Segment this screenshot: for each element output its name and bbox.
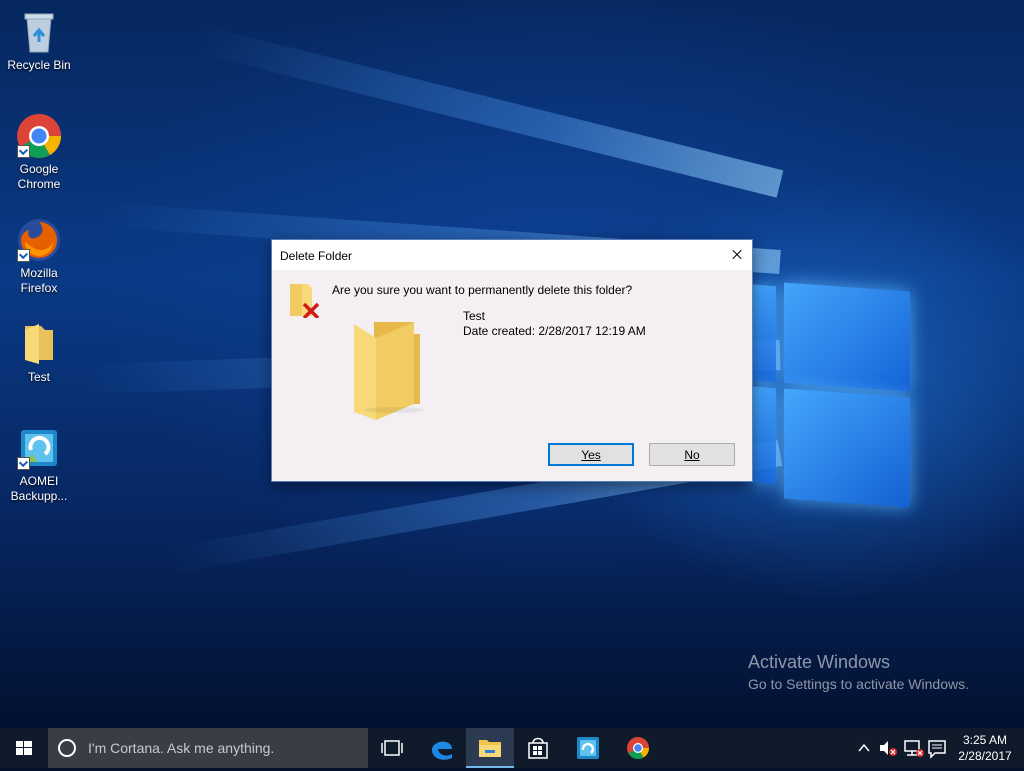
dialog-title: Delete Folder — [280, 249, 353, 263]
desktop-icon-label: Test — [27, 370, 50, 384]
folder-date-created: Date created: 2/28/2017 12:19 AM — [463, 324, 646, 338]
start-button[interactable] — [0, 728, 48, 768]
folder-icon — [15, 320, 63, 368]
dialog-titlebar[interactable]: Delete Folder — [272, 240, 752, 270]
desktop-icon-label: Mozilla Firefox — [20, 266, 58, 295]
taskbar-store-button[interactable] — [514, 728, 562, 768]
action-center-button[interactable] — [926, 728, 948, 768]
windows-start-icon — [16, 741, 32, 755]
shortcut-arrow-icon — [17, 249, 30, 262]
close-button[interactable] — [722, 240, 752, 270]
activate-windows-watermark: Activate Windows Go to Settings to activ… — [748, 652, 969, 692]
desktop-icon-label: Google Chrome — [17, 162, 61, 191]
show-hidden-icons-button[interactable] — [854, 728, 874, 768]
volume-muted-icon — [880, 741, 897, 756]
chevron-up-icon — [858, 743, 870, 752]
store-icon — [528, 737, 548, 759]
desktop-icon-recycle-bin[interactable]: Recycle Bin — [1, 8, 77, 73]
desktop-icon-label: AOMEI Backupp... — [10, 474, 68, 503]
taskbar-edge-button[interactable] — [418, 728, 466, 768]
dialog-question: Are you sure you want to permanently del… — [332, 283, 633, 297]
desktop-icon-google-chrome[interactable]: Google Chrome — [1, 112, 77, 192]
folder-name: Test — [463, 309, 486, 323]
chrome-icon — [627, 737, 649, 759]
taskbar: I'm Cortana. Ask me anything. 3:25 AM 2/… — [0, 728, 1024, 768]
file-explorer-icon — [479, 740, 501, 757]
cortana-search-box[interactable]: I'm Cortana. Ask me anything. — [48, 728, 368, 768]
activate-subtitle: Go to Settings to activate Windows. — [748, 676, 969, 692]
delete-folder-warning-icon — [288, 282, 322, 321]
edge-icon — [432, 741, 452, 760]
volume-muted-button[interactable] — [876, 728, 900, 768]
aomei-backupper-icon — [15, 424, 63, 472]
chrome-icon — [15, 112, 63, 160]
activate-title: Activate Windows — [748, 652, 891, 672]
aomei-icon — [577, 737, 599, 759]
desktop-icon-aomei-backupper[interactable]: AOMEI Backupp... — [1, 424, 77, 504]
shortcut-arrow-icon — [17, 457, 30, 470]
firefox-icon — [15, 216, 63, 264]
clock-date: 2/28/2017 — [958, 749, 1012, 763]
taskbar-clock[interactable]: 3:25 AM 2/28/2017 — [950, 732, 1020, 764]
folder-preview-icon — [352, 320, 432, 425]
taskbar-chrome-button[interactable] — [614, 728, 662, 768]
no-button[interactable]: No — [649, 443, 735, 466]
taskbar-aomei-button[interactable] — [564, 728, 612, 768]
taskbar-file-explorer-button[interactable] — [466, 728, 514, 768]
search-placeholder: I'm Cortana. Ask me anything. — [88, 740, 275, 756]
clock-time: 3:25 AM — [962, 733, 1008, 747]
task-view-icon — [381, 740, 403, 756]
cortana-icon — [58, 739, 76, 757]
yes-button[interactable]: Yes — [548, 443, 634, 466]
desktop-icon-label: Recycle Bin — [7, 58, 71, 72]
notification-icon — [928, 740, 946, 759]
windows-logo-graphic — [752, 262, 912, 513]
shortcut-arrow-icon — [17, 145, 30, 158]
task-view-button[interactable] — [368, 728, 416, 768]
network-disconnected-icon — [904, 740, 924, 757]
recycle-bin-icon — [15, 8, 63, 56]
network-status-button[interactable] — [902, 728, 926, 768]
desktop-icon-test-folder[interactable]: Test — [1, 320, 77, 385]
delete-folder-dialog: Delete Folder Are you sure you want to p… — [271, 239, 753, 482]
desktop-icon-mozilla-firefox[interactable]: Mozilla Firefox — [1, 216, 77, 296]
